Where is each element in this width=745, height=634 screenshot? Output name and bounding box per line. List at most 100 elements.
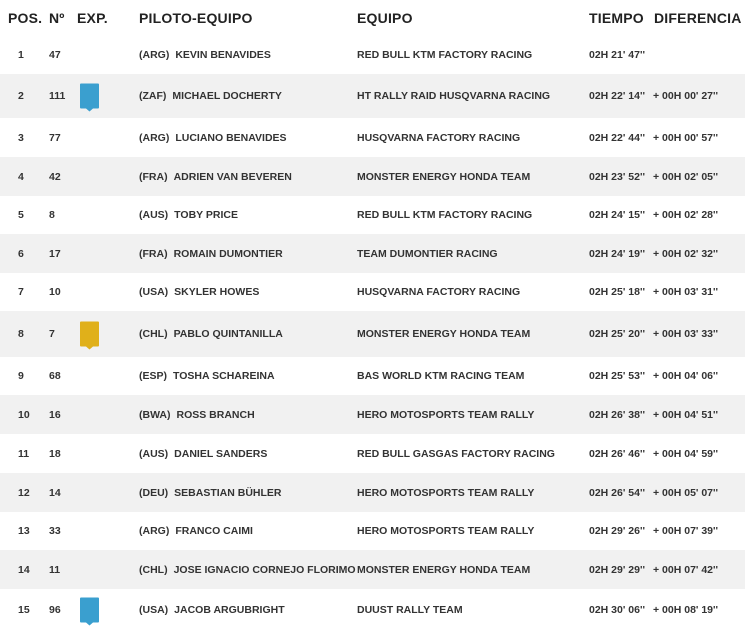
pilot-name[interactable]: ROMAIN DUMONTIER bbox=[174, 248, 283, 260]
pilot-name[interactable]: LUCIANO BENAVIDES bbox=[175, 132, 286, 144]
team-cell[interactable]: MONSTER ENERGY HONDA TEAM bbox=[357, 564, 530, 576]
header-time: TIEMPO bbox=[589, 10, 644, 26]
table-row[interactable]: 13 33 (ARG) FRANCO CAIMI HERO MOTOSPORTS TEA… bbox=[0, 512, 745, 550]
team-cell[interactable]: HUSQVARNA FACTORY RACING bbox=[357, 286, 520, 298]
pilot-name[interactable]: MICHAEL DOCHERTY bbox=[172, 90, 281, 102]
table-row[interactable]: 9 68 (ESP) TOSHA SCHAREINA BAS WORLD KTM RAC… bbox=[0, 357, 745, 395]
table-body: 1 4 7 (ARG) KEVIN BENAVIDES RED BULL KTM FACT… bbox=[0, 36, 745, 631]
position-cell: 7 bbox=[18, 286, 24, 298]
results-table: POS. Nº EXP. PILOTO-EQUIPO EQUIPO TIEMPO… bbox=[0, 0, 745, 631]
number-cell: 18 bbox=[49, 447, 61, 460]
table-row[interactable]: 8 7 (CHL) PABLO QUINTANILLA MONSTER ENERGY H… bbox=[0, 311, 745, 357]
pilot-cell: (AUS) TOBY PRICE bbox=[139, 209, 238, 221]
time-cell: 02H 21' 47'' bbox=[589, 49, 645, 61]
difference-cell: + 00H 02' 32'' bbox=[653, 247, 718, 260]
pilot-name[interactable]: FRANCO CAIMI bbox=[175, 525, 253, 537]
difference-cell: + 00H 05' 07'' bbox=[653, 486, 718, 499]
time-cell: 02H 29' 26'' bbox=[589, 525, 645, 537]
team-cell[interactable]: BAS WORLD KTM RACING TEAM bbox=[357, 370, 524, 382]
team-cell[interactable]: HT RALLY RAID HUSQVARNA RACING bbox=[357, 90, 550, 102]
team-cell[interactable]: MONSTER ENERGY HONDA TEAM bbox=[357, 171, 530, 183]
position-cell: 2 bbox=[18, 90, 24, 102]
difference-cell: + 00H 02' 28'' bbox=[653, 209, 718, 221]
table-row[interactable]: 14 11 (CHL) JOSE IGNACIO CORNEJO FLORIMO MON… bbox=[0, 550, 745, 589]
pilot-cell: (ARG) KEVIN BENAVIDES bbox=[139, 49, 271, 61]
time-cell: 02H 23' 52'' bbox=[589, 170, 645, 183]
country-code: (USA) bbox=[139, 286, 169, 298]
team-cell[interactable]: MONSTER ENERGY HONDA TEAM bbox=[357, 328, 530, 340]
pilot-name[interactable]: DANIEL SANDERS bbox=[174, 448, 267, 460]
country-code: (ZAF) bbox=[139, 90, 167, 102]
table-row[interactable]: 11 18 (AUS) DANIEL SANDERS RED BULL GASGAS F… bbox=[0, 434, 745, 473]
difference-cell: + 00H 02' 05'' bbox=[653, 170, 718, 183]
team-cell[interactable]: HERO MOTOSPORTS TEAM RALLY bbox=[357, 525, 534, 537]
country-code: (USA) bbox=[139, 604, 169, 616]
country-code: (ESP) bbox=[139, 370, 168, 382]
pilot-name[interactable]: TOSHA SCHAREINA bbox=[173, 370, 275, 382]
country-code: (ARG) bbox=[139, 131, 170, 144]
team-cell[interactable]: RED BULL KTM FACTORY RACING bbox=[357, 209, 532, 221]
table-header: POS. Nº EXP. PILOTO-EQUIPO EQUIPO TIEMPO… bbox=[0, 0, 745, 36]
team-cell[interactable]: HUSQVARNA FACTORY RACING bbox=[357, 132, 520, 144]
pilot-cell: (USA) SKYLER HOWES bbox=[139, 286, 259, 298]
pilot-cell: (USA) JACOB ARGUBRIGHT bbox=[139, 604, 285, 616]
experience-badge-icon bbox=[80, 597, 99, 623]
position-cell: 6 bbox=[18, 247, 24, 260]
position-cell: 5 bbox=[18, 209, 24, 221]
time-cell: 02H 29' 29'' bbox=[589, 563, 645, 576]
table-row[interactable]: 15 96 (USA) JACOB ARGUBRIGHT DUUST RALLY TEA… bbox=[0, 589, 745, 631]
table-row[interactable]: 3 77 (ARG) LUCIANO BENAVIDES HUSQVARNA FACTO… bbox=[0, 118, 745, 157]
number-cell: 7 bbox=[49, 328, 55, 340]
difference-cell: + 00H 07' 42'' bbox=[653, 563, 718, 576]
position-cell: 15 bbox=[18, 604, 30, 616]
pilot-cell: (AUS) DANIEL SANDERS bbox=[139, 448, 267, 460]
table-row[interactable]: 5 8 (AUS) TOBY PRICE RED BULL KTM FACTORY RA… bbox=[0, 196, 745, 234]
team-cell[interactable]: RED BULL GASGAS FACTORY RACING bbox=[357, 448, 555, 460]
table-row[interactable]: 4 42 (FRA) ADRIEN VAN BEVEREN MONSTER ENERGY… bbox=[0, 157, 745, 196]
country-code: (ARG) bbox=[139, 49, 170, 61]
country-code: (AUS) bbox=[139, 209, 169, 221]
pilot-cell: (DEU) SEBASTIAN BÜHLER bbox=[139, 487, 282, 499]
pilot-cell: (FRA) ADRIEN VAN BEVEREN bbox=[139, 171, 292, 183]
team-cell[interactable]: HERO MOTOSPORTS TEAM RALLY bbox=[357, 487, 534, 499]
position-cell: 9 bbox=[18, 370, 24, 382]
table-row[interactable]: 12 14 (DEU) SEBASTIAN BÜHLER HERO MOTOSPORTS… bbox=[0, 473, 745, 512]
header-team: EQUIPO bbox=[357, 10, 413, 26]
pilot-name[interactable]: TOBY PRICE bbox=[174, 209, 238, 221]
pilot-name[interactable]: SEBASTIAN BÜHLER bbox=[174, 487, 281, 499]
header-pilot: PILOTO-EQUIPO bbox=[139, 10, 253, 26]
country-code: (CHL) bbox=[139, 563, 168, 576]
pilot-name[interactable]: ROSS BRANCH bbox=[177, 409, 255, 421]
team-cell[interactable]: RED BULL KTM FACTORY RACING bbox=[357, 49, 532, 61]
number-cell: 77 bbox=[49, 131, 61, 144]
table-row[interactable]: 6 17 (FRA) ROMAIN DUMONTIER TEAM DUMONTIER R… bbox=[0, 234, 745, 273]
team-cell[interactable]: TEAM DUMONTIER RACING bbox=[357, 248, 498, 260]
position-cell: 14 bbox=[18, 563, 30, 576]
table-row[interactable]: 2 111 (ZAF) MICHAEL DOCHERTY HT RALLY RAID H… bbox=[0, 74, 745, 118]
pilot-name[interactable]: PABLO QUINTANILLA bbox=[174, 328, 283, 340]
pilot-cell: (CHL) PABLO QUINTANILLA bbox=[139, 328, 283, 340]
pilot-name[interactable]: JACOB ARGUBRIGHT bbox=[174, 604, 284, 616]
team-cell[interactable]: DUUST RALLY TEAM bbox=[357, 604, 463, 616]
pilot-name[interactable]: JOSE IGNACIO CORNEJO FLORIMO bbox=[174, 564, 356, 576]
team-cell[interactable]: HERO MOTOSPORTS TEAM RALLY bbox=[357, 409, 534, 421]
number-cell: 33 bbox=[49, 525, 61, 537]
number-cell: 11 bbox=[49, 563, 61, 576]
table-row[interactable]: 7 10 (USA) SKYLER HOWES HUSQVARNA FACTORY RA… bbox=[0, 273, 745, 311]
number-cell: 14 bbox=[49, 486, 61, 499]
table-row[interactable]: 10 16 (BWA) ROSS BRANCH HERO MOTOSPORTS TEAM… bbox=[0, 395, 745, 434]
number-cell: 10 bbox=[49, 286, 61, 298]
pilot-cell: (ESP) TOSHA SCHAREINA bbox=[139, 370, 275, 382]
position-cell: 1 bbox=[18, 49, 24, 61]
pilot-name[interactable]: ADRIEN VAN BEVEREN bbox=[174, 171, 292, 183]
number-cell: 17 bbox=[49, 247, 61, 260]
pilot-name[interactable]: KEVIN BENAVIDES bbox=[175, 49, 271, 61]
time-cell: 02H 22' 14'' bbox=[589, 90, 645, 102]
country-code: (BWA) bbox=[139, 408, 171, 421]
header-exp: EXP. bbox=[77, 10, 108, 26]
time-cell: 02H 25' 53'' bbox=[589, 370, 645, 382]
pilot-name[interactable]: SKYLER HOWES bbox=[174, 286, 259, 298]
difference-cell: + 00H 00' 27'' bbox=[653, 90, 718, 102]
header-number: Nº bbox=[49, 10, 65, 26]
table-row[interactable]: 1 47 (ARG) KEVIN BENAVIDES RED BULL KTM FACT… bbox=[0, 36, 745, 74]
